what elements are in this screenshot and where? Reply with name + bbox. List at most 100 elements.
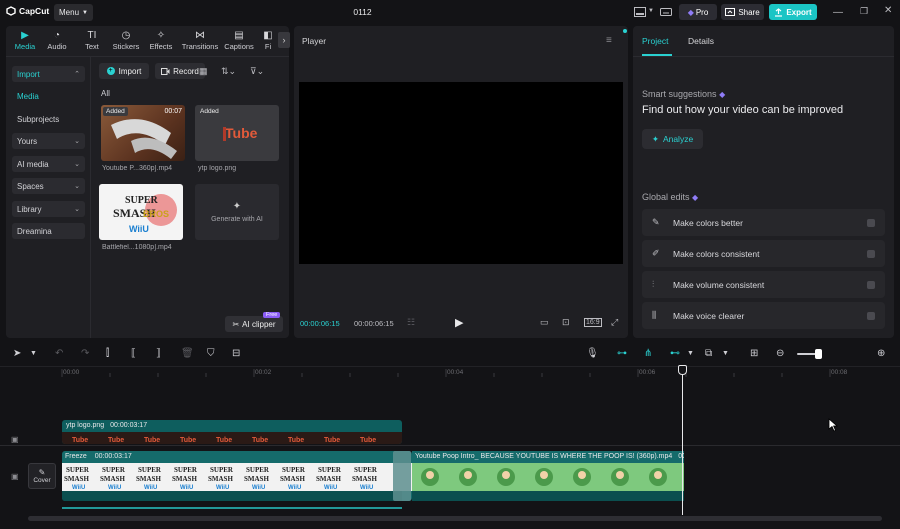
edit-checkbox[interactable] bbox=[867, 218, 875, 227]
tab-stickers[interactable]: ◷ Stickers bbox=[109, 30, 143, 52]
transition-handle[interactable] bbox=[393, 451, 411, 501]
hamburger-icon[interactable]: ≡ bbox=[606, 35, 612, 46]
edit-checkbox[interactable] bbox=[867, 311, 875, 320]
split-icon[interactable]: ⫿ bbox=[106, 348, 109, 359]
layout-icon[interactable] bbox=[633, 6, 647, 18]
tab-media[interactable]: ▶ Media bbox=[8, 30, 42, 52]
edit-checkbox[interactable] bbox=[867, 280, 875, 289]
cursor-dropdown-icon[interactable]: ▼ bbox=[30, 350, 37, 357]
tab-text[interactable]: TI Text bbox=[75, 30, 109, 52]
edit-checkbox[interactable] bbox=[867, 249, 875, 258]
zoom-in-icon[interactable]: ⊕ bbox=[877, 348, 885, 359]
edit-label: Make colors consistent bbox=[673, 248, 760, 259]
grid-view-icon[interactable]: ▦ bbox=[199, 66, 208, 77]
smart-suggestions-label: Smart suggestions bbox=[642, 89, 717, 99]
scissors-icon: ✂ bbox=[232, 319, 240, 329]
select-cursor-icon[interactable]: ➤ bbox=[13, 348, 21, 359]
volume-bars-icon: ⫶ bbox=[652, 279, 655, 289]
tab-audio[interactable]: ◔ Audio bbox=[40, 30, 74, 52]
export-button[interactable]: Export bbox=[769, 4, 817, 20]
layout-dropdown-icon[interactable]: ▼ bbox=[648, 8, 654, 14]
sort-icon[interactable]: ⇅⌄ bbox=[221, 66, 236, 77]
crop-icon[interactable]: ⊡ bbox=[562, 317, 570, 328]
snap-dropdown-icon[interactable]: ▼ bbox=[687, 350, 694, 357]
sidebar-item-library[interactable]: Library ⌄ bbox=[12, 201, 85, 217]
playhead-handle[interactable] bbox=[678, 365, 687, 375]
video-preview[interactable] bbox=[299, 82, 623, 264]
sidebar-item-yours[interactable]: Yours ⌄ bbox=[12, 133, 85, 149]
right-tab-divider bbox=[633, 56, 894, 57]
chevron-down-icon: ⌄ bbox=[74, 138, 80, 145]
timeline-list-icon[interactable]: ☷ bbox=[407, 317, 415, 328]
sidebar-item-import[interactable]: Import ⌃ bbox=[12, 66, 85, 82]
ratio-icon[interactable]: 16:9 bbox=[584, 318, 602, 327]
smart-suggestions-heading: Find out how your video can be improved bbox=[642, 104, 844, 116]
zoom-slider-handle[interactable] bbox=[815, 349, 822, 359]
media-item-battlefield[interactable]: SUPER SMASH BROS WiiU bbox=[99, 184, 183, 240]
audio-waveform bbox=[62, 491, 402, 501]
tab-details[interactable]: Details bbox=[688, 36, 714, 46]
tab-transitions[interactable]: ⋈ Transitions bbox=[182, 30, 218, 52]
freeze-frame-icon[interactable]: ⊟ bbox=[232, 348, 240, 359]
pro-button[interactable]: ◆ Pro bbox=[679, 4, 717, 20]
close-icon[interactable]: ✕ bbox=[884, 5, 892, 16]
tab-captions[interactable]: ▤ Captions bbox=[221, 30, 257, 52]
preview-axis-icon[interactable]: ⧉ bbox=[705, 348, 712, 359]
analyze-button[interactable]: ✦ Analyze bbox=[642, 129, 703, 149]
edit-make-volume-consistent[interactable]: ⫶ Make volume consistent bbox=[642, 271, 885, 298]
auto-snap-icon[interactable]: ⊷ bbox=[670, 348, 680, 359]
import-button[interactable]: + Import bbox=[99, 63, 149, 79]
overlay-clip-ytp-logo[interactable]: ytp logo.png 00:00:03:17 Tube Tube Tube Tub… bbox=[62, 420, 402, 444]
zoom-out-icon[interactable]: ⊖ bbox=[776, 348, 784, 359]
timeline-horizontal-scrollbar[interactable] bbox=[28, 516, 882, 521]
keyboard-icon[interactable] bbox=[659, 5, 673, 19]
split-left-icon[interactable]: ⟦ bbox=[131, 348, 136, 359]
main-clip-freeze[interactable]: Freeze 00:00:03:17 SUPER SUPER SUPER SUPER S… bbox=[62, 451, 412, 501]
magnet-icon[interactable]: ⋔ bbox=[644, 348, 652, 359]
edit-make-colors-better[interactable]: ✎ Make colors better bbox=[642, 209, 885, 236]
media-item-youtube-poop[interactable]: Added 00:07 bbox=[101, 105, 185, 161]
main-clip-youtube-poop[interactable]: Youtube Poop Intro_ BECAUSE YOUTUBE IS W… bbox=[412, 451, 684, 501]
chevron-down-icon: ⌄ bbox=[74, 161, 80, 168]
playhead[interactable] bbox=[682, 369, 683, 515]
sidebar-item-dreamina[interactable]: Dreamina bbox=[12, 223, 85, 239]
svg-text:Tube: Tube bbox=[252, 437, 268, 444]
split-right-icon[interactable]: ⟧ bbox=[156, 348, 161, 359]
tab-project[interactable]: Project bbox=[642, 36, 668, 46]
tab-filters[interactable]: ◧ Fi bbox=[260, 30, 276, 52]
main-track-lock-icon[interactable]: ▣ bbox=[11, 472, 19, 481]
minimize-icon[interactable]: — bbox=[833, 7, 843, 18]
preview-dropdown-icon[interactable]: ▼ bbox=[722, 350, 729, 357]
generate-with-ai-button[interactable]: ✦ Generate with AI bbox=[195, 184, 279, 240]
link-clips-icon[interactable]: ⊶ bbox=[617, 348, 627, 359]
sidebar-item-media[interactable]: Media bbox=[12, 88, 85, 104]
media-item-ytp-logo[interactable]: Tube Added bbox=[195, 105, 279, 161]
sidebar-item-subprojects[interactable]: Subprojects bbox=[12, 111, 85, 127]
tab-effects-label: Effects bbox=[149, 42, 173, 51]
text-icon: TI bbox=[87, 30, 97, 41]
redo-icon[interactable]: ↷ bbox=[81, 348, 89, 359]
edit-make-voice-clearer[interactable]: ⫼ Make voice clearer bbox=[642, 302, 885, 329]
undo-icon[interactable]: ↶ bbox=[55, 348, 63, 359]
sidebar-item-ai-media[interactable]: AI media ⌄ bbox=[12, 156, 85, 172]
sidebar-item-spaces[interactable]: Spaces ⌄ bbox=[12, 178, 85, 194]
microphone-icon[interactable]: 🎙 bbox=[586, 348, 599, 359]
record-button[interactable]: Record bbox=[155, 63, 205, 79]
cover-button[interactable]: ✎ Cover bbox=[28, 463, 56, 489]
share-button[interactable]: Share bbox=[721, 4, 764, 20]
overlay-track-lock-icon[interactable]: ▣ bbox=[11, 435, 19, 444]
quality-icon[interactable]: ▭ bbox=[540, 317, 549, 328]
fit-timeline-icon[interactable]: ⊞ bbox=[750, 348, 758, 359]
tabs-scroll-right-button[interactable]: › bbox=[278, 32, 290, 48]
play-button[interactable]: ▶ bbox=[455, 316, 463, 329]
fullscreen-icon[interactable]: ⤢ bbox=[611, 317, 618, 328]
delete-icon[interactable]: 🗑 bbox=[181, 348, 194, 359]
edit-make-colors-consistent[interactable]: ✐ Make colors consistent bbox=[642, 240, 885, 267]
restore-icon[interactable]: ❐ bbox=[860, 6, 868, 17]
menu-button[interactable]: Menu ▼ bbox=[54, 4, 93, 21]
svg-text:SMASH: SMASH bbox=[280, 475, 305, 483]
shield-icon[interactable]: ⛉ bbox=[207, 348, 215, 359]
filter-icon[interactable]: ⊽⌄ bbox=[250, 66, 264, 77]
tab-effects[interactable]: ✧ Effects bbox=[144, 30, 178, 52]
ai-clipper-button[interactable]: ✂ AI clipper bbox=[225, 316, 283, 332]
